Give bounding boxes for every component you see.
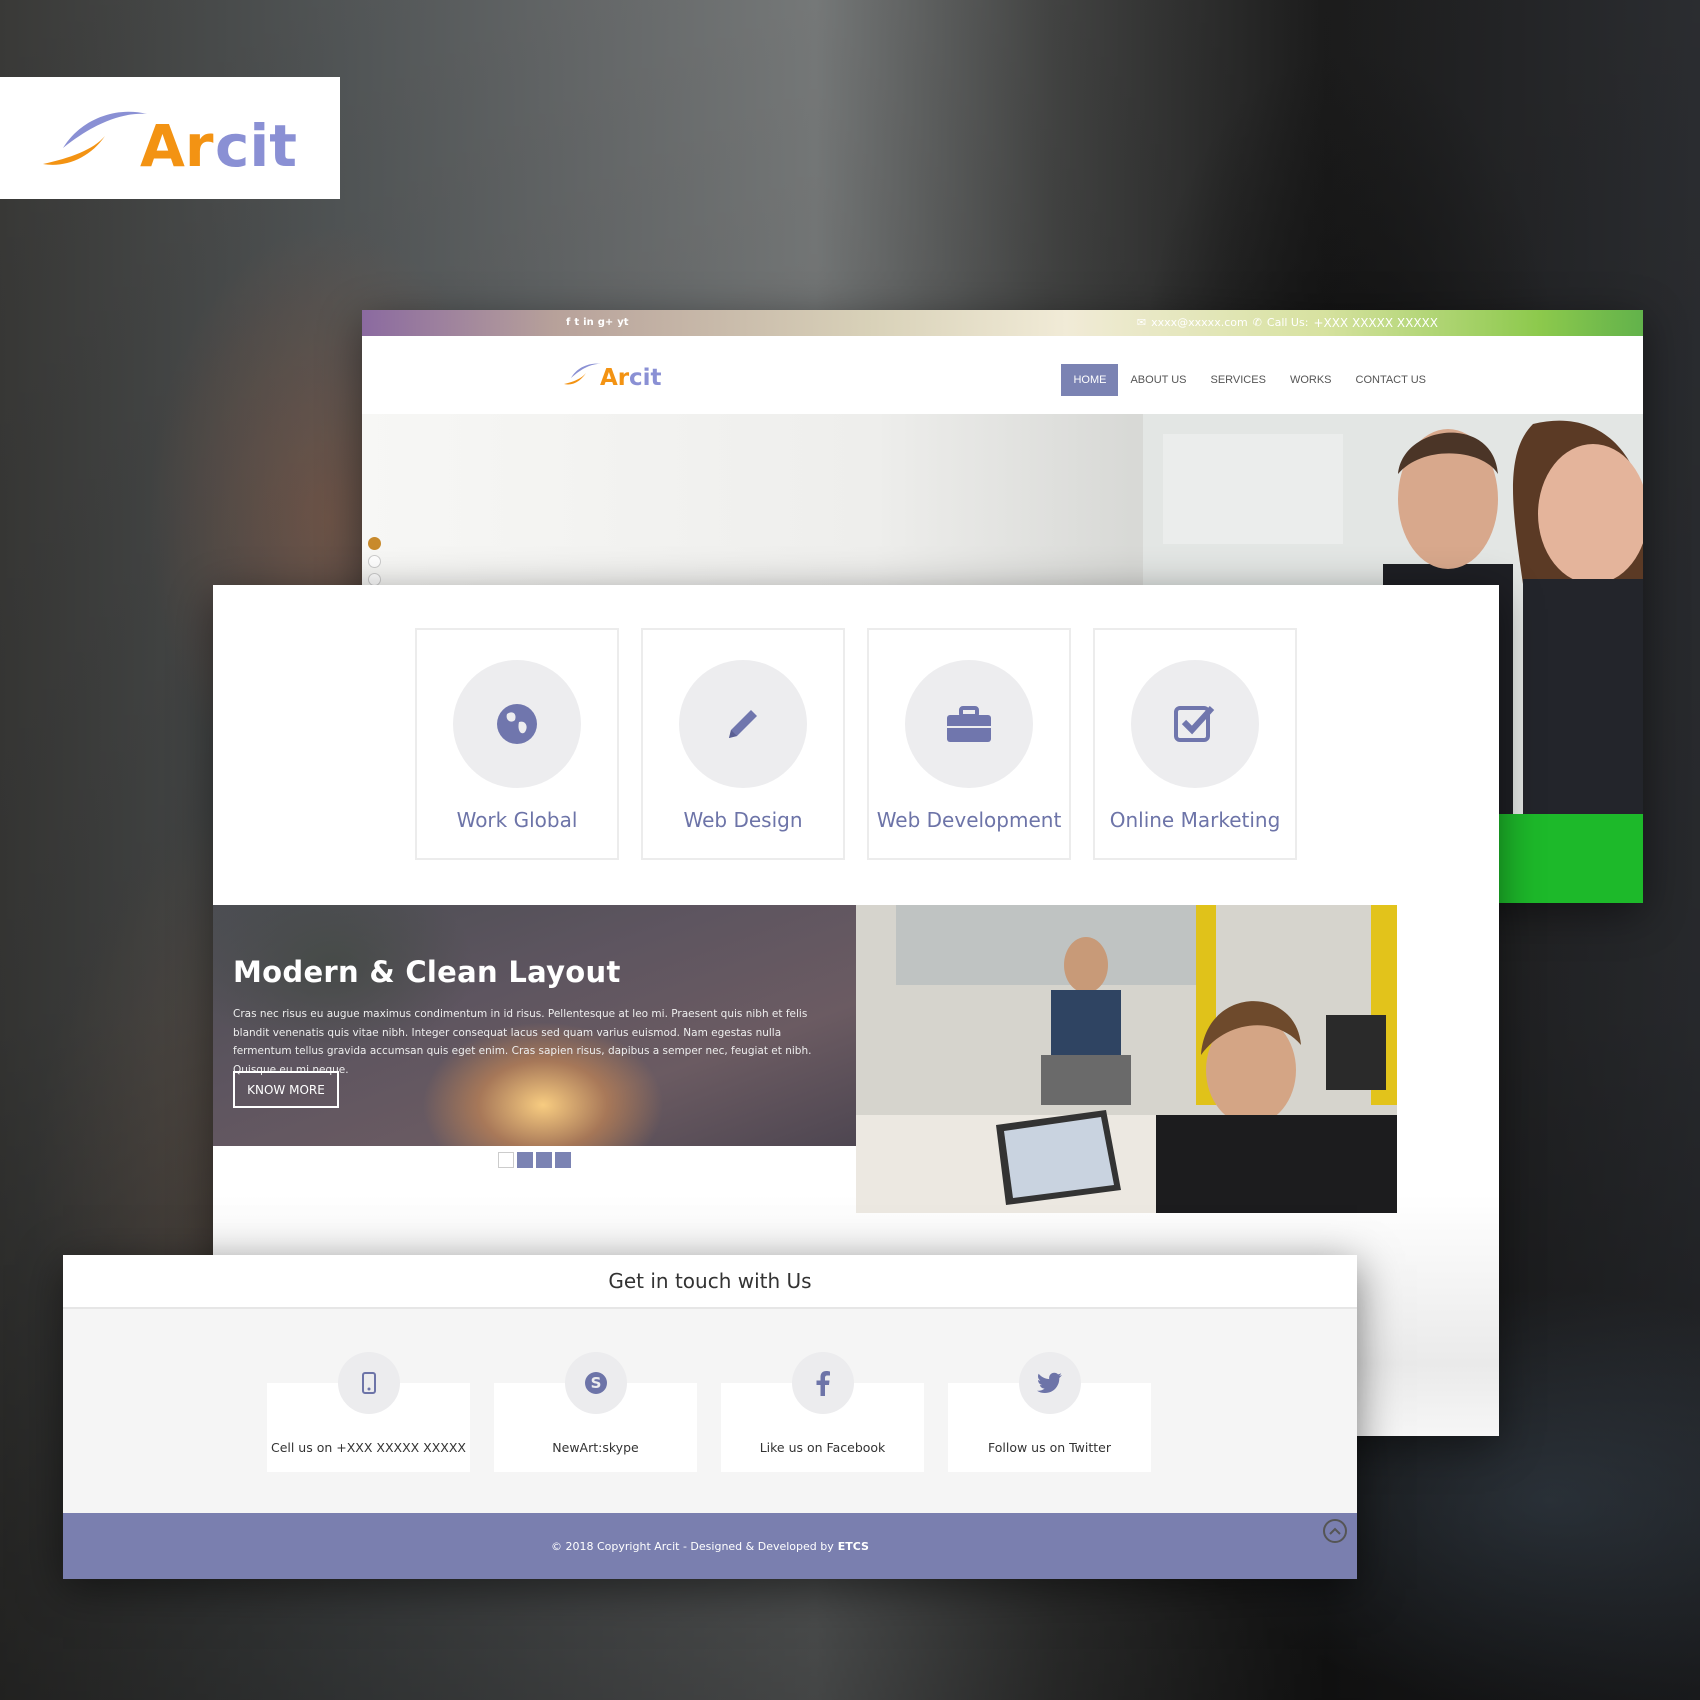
nav-contact-us[interactable]: CONTACT US [1344, 364, 1439, 396]
feature-dot-1[interactable] [498, 1152, 514, 1168]
nav-works[interactable]: WORKS [1278, 364, 1344, 396]
feature-title: Modern & Clean Layout [233, 955, 621, 989]
top-contact-info: ✉ xxxx@xxxxx.com ✆ Call Us: +XXX XXXXX X… [1137, 316, 1438, 330]
feature-dot-2[interactable] [517, 1152, 533, 1168]
top-phone[interactable]: +XXX XXXXX XXXXX [1313, 316, 1438, 330]
navbar-logo[interactable]: Ar cit [562, 358, 662, 394]
twitter-icon[interactable]: t [574, 317, 579, 328]
mobile-icon [362, 1372, 376, 1394]
brand-logo-tile: Ar cit [0, 77, 340, 199]
logo-text-ar: Ar [140, 112, 214, 178]
skype-icon: S [585, 1372, 607, 1394]
hero-slider-dots [368, 537, 381, 586]
nav-services[interactable]: SERVICES [1199, 364, 1278, 396]
services-row: Work Global Web Design Web Development O… [415, 628, 1297, 860]
feature-dot-4[interactable] [555, 1152, 571, 1168]
service-card-web-development[interactable]: Web Development [867, 628, 1071, 860]
service-card-web-design[interactable]: Web Design [641, 628, 845, 860]
chevron-up-icon [1329, 1527, 1341, 1535]
contact-heading: Get in touch with Us [63, 1255, 1357, 1309]
contact-card-skype[interactable]: S NewArt:skype [494, 1352, 697, 1495]
feature-text: Cras nec risus eu augue maximus condimen… [233, 1008, 812, 1076]
slider-dot-1[interactable] [368, 537, 381, 550]
nav-menu: HOME ABOUT US SERVICES WORKS CONTACT US [1061, 364, 1438, 396]
facebook-icon[interactable]: f [566, 317, 570, 328]
google-plus-icon[interactable]: g+ [598, 317, 614, 328]
service-card-online-marketing[interactable]: Online Marketing [1093, 628, 1297, 860]
contact-card-label: Follow us on Twitter [987, 1440, 1112, 1455]
nav-about-us[interactable]: ABOUT US [1118, 364, 1198, 396]
main-navbar: Ar cit HOME ABOUT US SERVICES WORKS CONT… [362, 336, 1643, 414]
svg-text:S: S [591, 1374, 602, 1392]
contact-card-label: Like us on Facebook [759, 1440, 886, 1455]
slider-dot-2[interactable] [368, 555, 381, 568]
scroll-to-top-button[interactable] [1323, 1519, 1347, 1543]
call-label: Call Us: [1266, 316, 1309, 329]
contact-card-label: NewArt:skype [552, 1440, 639, 1455]
site-footer: © 2018 Copyright Arcit - Designed & Deve… [63, 1513, 1357, 1579]
contact-card-twitter[interactable]: Follow us on Twitter [948, 1352, 1151, 1495]
top-email[interactable]: xxxx@xxxxx.com [1151, 316, 1248, 330]
service-label: Work Global [456, 808, 578, 832]
social-links: f t in g+ yt [566, 317, 629, 328]
service-label: Web Design [683, 808, 803, 832]
top-contact-bar: f t in g+ yt ✉ xxxx@xxxxx.com ✆ Call Us:… [362, 310, 1643, 336]
feature-dot-3[interactable] [536, 1152, 552, 1168]
navbar-logo-ar: Ar [600, 365, 630, 390]
nav-home[interactable]: HOME [1061, 364, 1119, 396]
feature-slide: Modern & Clean Layout Cras nec risus eu … [213, 905, 856, 1146]
know-more-button[interactable]: KNOW MORE [233, 1071, 339, 1108]
globe-icon [497, 704, 537, 744]
developer-link[interactable]: ETCS [838, 1540, 869, 1553]
service-card-work-global[interactable]: Work Global [415, 628, 619, 860]
briefcase-icon [947, 706, 991, 742]
envelope-icon: ✉ [1136, 316, 1147, 329]
service-label: Web Development [876, 808, 1062, 832]
contact-card-phone[interactable]: Cell us on +XXX XXXXX XXXXX [267, 1352, 470, 1495]
youtube-icon[interactable]: yt [617, 317, 628, 328]
service-label: Online Marketing [1109, 808, 1281, 832]
contact-card-facebook[interactable]: Like us on Facebook [721, 1352, 924, 1495]
phone-icon: ✆ [1252, 316, 1262, 329]
facebook-icon [816, 1371, 830, 1396]
contact-cards: Cell us on +XXX XXXXX XXXXX S NewArt:sky… [267, 1352, 1151, 1495]
contact-card-label: Cell us on +XXX XXXXX XXXXX [270, 1440, 467, 1455]
feature-slider-dots [498, 1152, 571, 1168]
contact-window: Get in touch with Us Cell us on +XXX XXX… [63, 1255, 1357, 1579]
linkedin-icon[interactable]: in [583, 317, 594, 328]
arcit-logo: Ar cit [43, 111, 297, 178]
copyright-text: © 2018 Copyright Arcit - Designed & Deve… [551, 1539, 834, 1553]
navbar-logo-cit: cit [629, 365, 662, 390]
logo-text-cit: cit [215, 112, 297, 178]
twitter-icon [1037, 1372, 1062, 1393]
pencil-icon [729, 710, 757, 738]
office-team-photo [856, 905, 1397, 1213]
checkbox-icon [1174, 705, 1215, 742]
